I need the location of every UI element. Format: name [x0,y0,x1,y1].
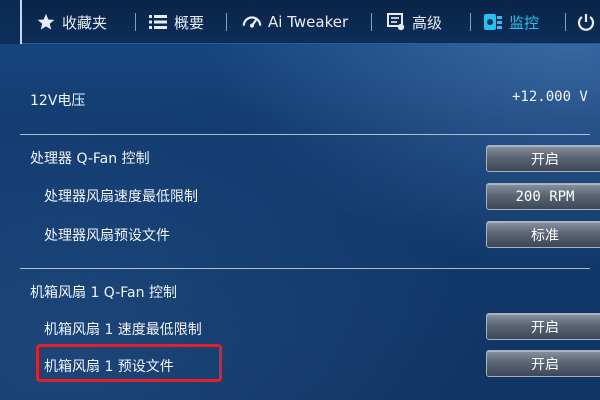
bios-monitor-screen: 收藏夹 概要 Ai Tweaker 高级 监控 12V电压 +12.000 V … [0,0,600,400]
nav-left-edge [0,0,22,44]
nav-separator [371,13,372,31]
advanced-icon [386,12,406,32]
tab-monitor[interactable]: 监控 [483,8,539,36]
nav-separator [135,13,136,31]
cpu-fan-profile-value: 标准 [531,227,559,244]
tab-exit[interactable] [576,8,596,36]
tab-label: 收藏夹 [62,13,108,32]
tab-advanced[interactable]: 高级 [386,8,442,36]
section-divider [20,268,590,269]
section-divider [20,134,590,135]
list-icon [148,12,168,32]
cpu-fan-min-speed-button[interactable]: 200 RPM [486,183,600,210]
tab-ai-tweaker[interactable]: Ai Tweaker [242,8,348,36]
cpu-fan-min-speed-value: 200 RPM [515,188,575,205]
cpu-qfan-control-button[interactable]: 开启 [486,145,600,172]
star-icon [36,12,56,32]
cpu-qfan-control-label: 处理器 Q-Fan 控制 [30,151,150,167]
tab-label: Ai Tweaker [268,13,349,31]
chassis-fan1-profile-button[interactable]: 开启 [486,350,600,377]
nav-separator [226,13,227,31]
chassis-fan1-profile-value: 开启 [531,356,559,373]
cpu-fan-profile-button[interactable]: 标准 [486,221,600,248]
nav-separator [470,13,471,31]
voltage-12v-label: 12V电压 [30,93,86,109]
voltage-12v-value: +12.000 V [512,89,588,105]
red-highlight-box [36,344,222,382]
tab-label: 高级 [412,13,443,32]
chassis-fan1-min-speed-label: 机箱风扇 1 速度最低限制 [44,322,202,338]
nav-separator [565,13,566,31]
cpu-fan-min-speed-label: 处理器风扇速度最低限制 [44,189,198,205]
top-nav-bar: 收藏夹 概要 Ai Tweaker 高级 监控 [0,0,600,44]
tab-overview[interactable]: 概要 [148,8,204,36]
tab-favorites[interactable]: 收藏夹 [36,8,107,36]
tweaker-icon [242,12,262,32]
cpu-qfan-control-value: 开启 [531,151,559,168]
cpu-fan-profile-label: 处理器风扇预设文件 [44,228,170,244]
chassis-fan1-min-speed-value: 开启 [531,319,559,336]
tab-label: 概要 [174,13,205,32]
chassis-fan1-qfan-control-label: 机箱风扇 1 Q-Fan 控制 [30,285,177,301]
tab-label: 监控 [509,13,540,32]
power-icon [576,12,596,32]
chassis-fan1-min-speed-button[interactable]: 开启 [486,313,600,340]
monitor-icon [483,12,503,32]
